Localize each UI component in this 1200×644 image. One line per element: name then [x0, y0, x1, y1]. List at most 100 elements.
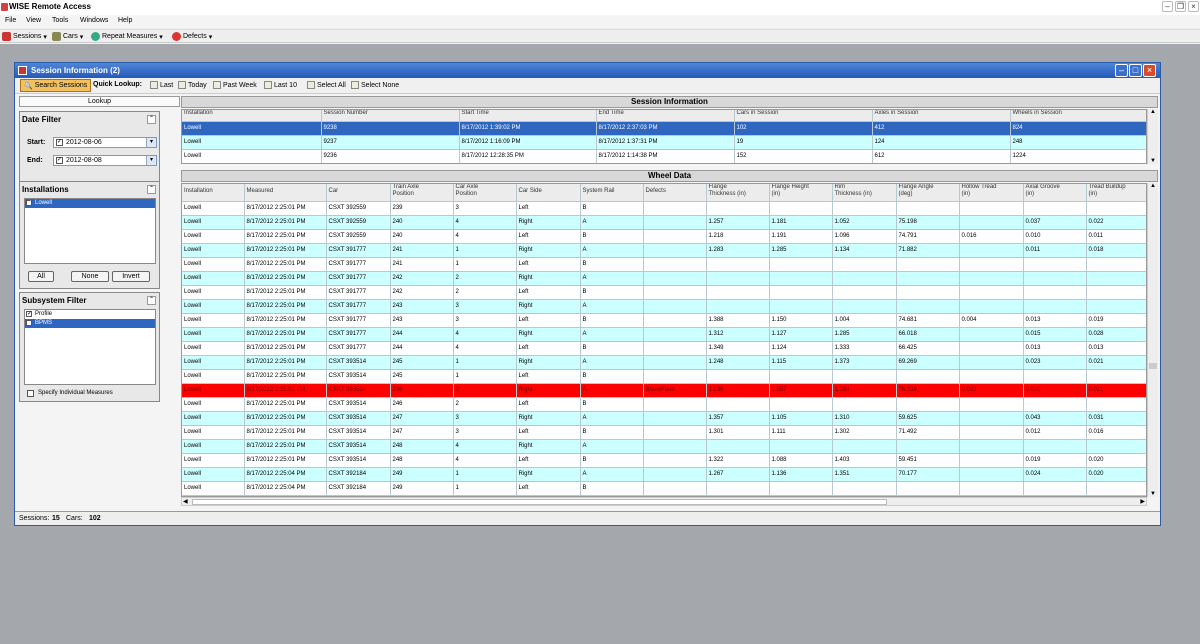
sessions-button[interactable]: Sessions ▾: [2, 32, 47, 41]
wheel-row[interactable]: Lowell 8/17/2012 2:25:01 PM CSXT 393514 245…: [182, 355, 1146, 370]
menu-view[interactable]: View: [26, 17, 41, 24]
calendar-icon: [150, 81, 158, 89]
scroll-up-icon[interactable]: ▲: [1148, 109, 1158, 115]
scroll-right-icon[interactable]: ▶: [1140, 498, 1145, 505]
quick-last-button[interactable]: Last: [150, 81, 173, 89]
search-sessions-button[interactable]: 🔍 Search Sessions: [20, 79, 92, 92]
session-scrollbar[interactable]: ▲ ▼: [1147, 109, 1158, 164]
wheel-row[interactable]: Lowell 8/17/2012 2:25:01 PM CSXT 391777 242…: [182, 285, 1146, 300]
wheel-cell: [896, 201, 960, 216]
none-button[interactable]: None: [71, 271, 109, 282]
column-header: Axial Groove (in): [1023, 184, 1087, 202]
window-close-icon[interactable]: ×: [1143, 64, 1156, 77]
session-row[interactable]: Lowell 9236 8/17/2012 12:28:35 PM 8/17/2012…: [182, 149, 1146, 163]
installation-item[interactable]: ✓ Lowell: [25, 199, 155, 208]
window-minimize-icon[interactable]: –: [1115, 64, 1128, 77]
session-row[interactable]: Lowell 9238 8/17/2012 1:39:02 PM 8/17/2012 …: [182, 121, 1146, 136]
profile-checkbox[interactable]: ✓: [26, 311, 32, 317]
collapse-icon[interactable]: ⌃: [147, 296, 156, 305]
menu-file[interactable]: File: [5, 17, 16, 24]
wheel-row[interactable]: Lowell 8/17/2012 2:25:04 PM CSXT 392184 249…: [182, 481, 1146, 496]
cars-button[interactable]: Cars ▾: [52, 32, 83, 41]
wheel-row[interactable]: Lowell 8/17/2012 2:25:01 PM CSXT 391777 241…: [182, 257, 1146, 272]
wheel-row[interactable]: Lowell 8/17/2012 2:25:01 PM CSXT 393514 247…: [182, 425, 1146, 440]
wheel-cell: [643, 411, 707, 426]
wheel-cell: 1.057: [769, 383, 833, 398]
all-button[interactable]: All: [28, 271, 54, 282]
quick-past-week-button[interactable]: Past Week: [213, 81, 257, 89]
defect-row[interactable]: Lowell 8/17/2012 2:25:01 PM CSXT 393514 246…: [182, 383, 1146, 398]
subsystem-list: ✓ Profile BPMS: [24, 309, 156, 385]
quick-last-10-button[interactable]: Last 10: [264, 81, 297, 89]
wheel-cell: [959, 369, 1024, 384]
wheel-cell: Left: [516, 229, 581, 244]
wheel-row[interactable]: Lowell 8/17/2012 2:25:01 PM CSXT 391777 241…: [182, 243, 1146, 258]
wheel-row[interactable]: Lowell 8/17/2012 2:25:01 PM CSXT 393514 245…: [182, 369, 1146, 384]
wheel-cell: Lowell: [182, 355, 245, 370]
wheel-row[interactable]: Lowell 8/17/2012 2:25:01 PM CSXT 391777 242…: [182, 271, 1146, 286]
wheel-cell: [706, 397, 770, 412]
wheel-vertical-scrollbar[interactable]: ▲ ▼: [1147, 183, 1158, 497]
minimize-icon[interactable]: –: [1162, 1, 1173, 12]
wheel-horizontal-scrollbar[interactable]: ◀ ▶: [181, 497, 1147, 506]
wheel-row[interactable]: Lowell 8/17/2012 2:25:01 PM CSXT 392559 240…: [182, 229, 1146, 244]
scroll-left-icon[interactable]: ◀: [183, 498, 188, 505]
end-date-picker[interactable]: ✓ 2012-08-08 ▾: [53, 155, 157, 166]
subsystem-item-bpms[interactable]: BPMS: [25, 319, 155, 328]
collapse-icon[interactable]: ⌃: [147, 185, 156, 194]
lookup-button[interactable]: Lookup: [19, 96, 180, 107]
menu-help[interactable]: Help: [118, 17, 132, 24]
scroll-down-icon[interactable]: ▼: [1148, 158, 1158, 164]
start-date-picker[interactable]: ✓ 2012-08-06 ▾: [53, 137, 157, 148]
wheel-cell: 1.127: [769, 327, 833, 342]
defects-button[interactable]: Defects ▾: [172, 32, 212, 41]
end-label: End:: [27, 157, 43, 164]
session-cell: Lowell: [182, 121, 322, 136]
wheel-cell: 1.267: [706, 467, 770, 482]
scroll-up-icon[interactable]: ▲: [1148, 183, 1158, 189]
select-none-button[interactable]: Select None: [351, 81, 399, 89]
chevron-down-icon[interactable]: ▾: [146, 156, 156, 165]
wheel-cell: 0.010: [1023, 383, 1087, 398]
wheel-row[interactable]: Lowell 8/17/2012 2:25:01 PM CSXT 391777 244…: [182, 341, 1146, 356]
chevron-down-icon[interactable]: ▾: [146, 138, 156, 147]
scroll-thumb[interactable]: [1149, 363, 1157, 369]
menu-tools[interactable]: Tools: [52, 17, 68, 24]
close-icon[interactable]: ×: [1188, 1, 1199, 12]
select-all-button[interactable]: Select All: [307, 81, 346, 89]
wheel-row[interactable]: Lowell 8/17/2012 2:25:04 PM CSXT 392184 249…: [182, 467, 1146, 482]
collapse-icon[interactable]: ⌃: [147, 115, 156, 124]
menu-windows[interactable]: Windows: [80, 17, 108, 24]
invert-button[interactable]: Invert: [112, 271, 150, 282]
wheel-cell: Lowell: [182, 285, 245, 300]
window-maximize-icon[interactable]: □: [1129, 64, 1142, 77]
wheel-cell: 0.023: [959, 383, 1024, 398]
bpms-checkbox[interactable]: [26, 320, 32, 326]
end-date-checkbox[interactable]: ✓: [56, 157, 63, 164]
session-row[interactable]: Lowell 9237 8/17/2012 1:16:09 PM 8/17/2012 …: [182, 135, 1146, 150]
repeat-measures-button[interactable]: Repeat Measures ▾: [91, 32, 163, 41]
wheel-cell: 239: [390, 201, 454, 216]
start-date-checkbox[interactable]: ✓: [56, 139, 63, 146]
specify-measures-checkbox[interactable]: [27, 390, 34, 397]
wheel-row[interactable]: Lowell 8/17/2012 2:25:01 PM CSXT 392559 239…: [182, 201, 1146, 216]
wheel-row[interactable]: Lowell 8/17/2012 2:25:01 PM CSXT 393514 248…: [182, 453, 1146, 468]
wheel-row[interactable]: Lowell 8/17/2012 2:25:01 PM CSXT 393514 246…: [182, 397, 1146, 412]
quick-today-button[interactable]: Today: [178, 81, 207, 89]
wheel-row[interactable]: Lowell 8/17/2012 2:25:01 PM CSXT 391777 243…: [182, 313, 1146, 328]
restore-icon[interactable]: ❐: [1175, 1, 1186, 12]
scroll-thumb[interactable]: [192, 499, 887, 505]
wheel-cell: [643, 453, 707, 468]
wheel-row[interactable]: Lowell 8/17/2012 2:25:01 PM CSXT 392559 240…: [182, 215, 1146, 230]
wheel-cell: 2: [453, 383, 517, 398]
scroll-down-icon[interactable]: ▼: [1148, 491, 1158, 497]
wheel-row[interactable]: Lowell 8/17/2012 2:25:01 PM CSXT 393514 247…: [182, 411, 1146, 426]
wheel-row[interactable]: Lowell 8/17/2012 2:25:01 PM CSXT 391777 243…: [182, 299, 1146, 314]
session-cell: 8/17/2012 1:16:09 PM: [459, 135, 597, 150]
wheel-row[interactable]: Lowell 8/17/2012 2:25:01 PM CSXT 391777 244…: [182, 327, 1146, 342]
subsystem-item-profile[interactable]: ✓ Profile: [25, 310, 155, 319]
wheel-cell: [832, 271, 897, 286]
wheel-cell: 1: [453, 257, 517, 272]
wheel-row[interactable]: Lowell 8/17/2012 2:25:01 PM CSXT 393514 248…: [182, 439, 1146, 454]
installation-checkbox[interactable]: ✓: [26, 200, 32, 206]
